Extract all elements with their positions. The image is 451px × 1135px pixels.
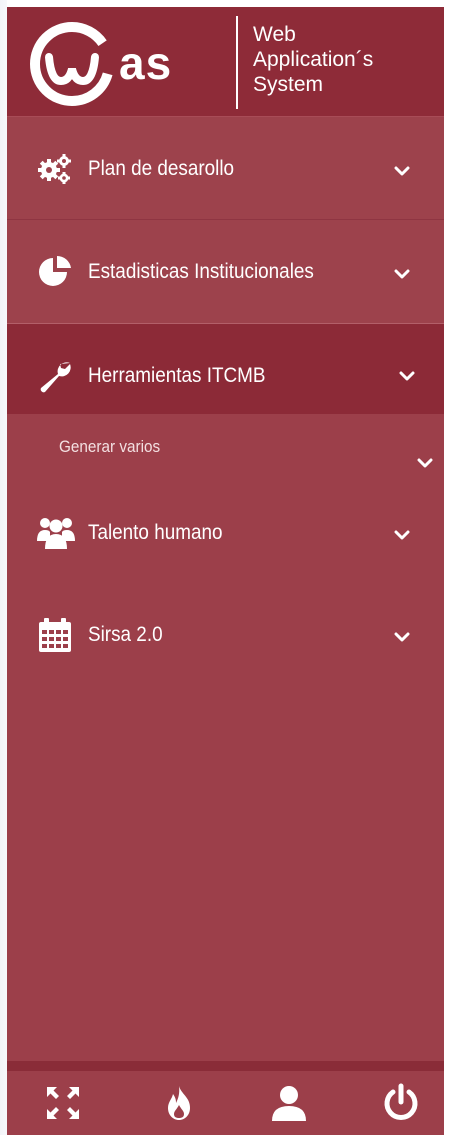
menu-item-label: Estadisticas Institucionales — [88, 260, 314, 283]
chevron-down-icon[interactable] — [399, 370, 415, 382]
menu-item-talento-humano[interactable]: Talento humano — [7, 495, 444, 573]
user-icon[interactable] — [269, 1083, 309, 1123]
submenu-item-generar-varios[interactable]: Generar varios — [7, 425, 444, 485]
menu-item-sirsa[interactable]: Sirsa 2.0 — [7, 601, 444, 679]
power-icon[interactable] — [381, 1083, 421, 1123]
submenu-item-label: Generar varios — [59, 437, 161, 456]
users-icon — [37, 518, 75, 549]
chevron-down-icon[interactable] — [394, 529, 410, 541]
sidebar: as Web Application´s System Plan de desa… — [7, 7, 444, 1135]
brand-line-1: Web — [253, 23, 296, 46]
sidebar-footer — [7, 1071, 444, 1135]
menu-item-herramientas-itcmb[interactable]: Herramientas ITCMB — [7, 324, 444, 414]
brand-divider — [236, 16, 238, 109]
page: as Web Application´s System Plan de desa… — [0, 0, 451, 1135]
gears-icon — [38, 154, 71, 184]
brand-line-3: System — [253, 73, 324, 96]
menu-item-estadisticas-institucionales[interactable]: Estadisticas Institucionales — [7, 220, 444, 324]
chevron-down-icon[interactable] — [417, 457, 433, 469]
menu-item-plan-de-desarollo[interactable]: Plan de desarollo — [7, 117, 444, 220]
menu-item-label: Talento humano — [88, 521, 223, 544]
chevron-down-icon[interactable] — [394, 268, 410, 280]
chevron-down-icon[interactable] — [394, 631, 410, 643]
brand-header[interactable]: as Web Application´s System — [7, 7, 444, 117]
wrench-icon — [40, 362, 71, 393]
brand-short: as — [119, 37, 173, 89]
calendar-icon — [39, 618, 71, 652]
footer-divider — [7, 1061, 444, 1071]
menu-item-label: Sirsa 2.0 — [88, 623, 163, 646]
pie-chart-icon — [39, 255, 71, 286]
brand-line-2: Application´s — [253, 48, 374, 71]
was-logo-icon — [30, 22, 114, 106]
chevron-down-icon[interactable] — [394, 165, 410, 177]
brand-name: Web Application´s System — [253, 22, 428, 97]
menu-item-label: Herramientas ITCMB — [88, 364, 266, 387]
fullscreen-icon[interactable] — [43, 1083, 83, 1123]
menu-item-label: Plan de desarollo — [88, 157, 235, 180]
fire-icon[interactable] — [159, 1083, 199, 1123]
